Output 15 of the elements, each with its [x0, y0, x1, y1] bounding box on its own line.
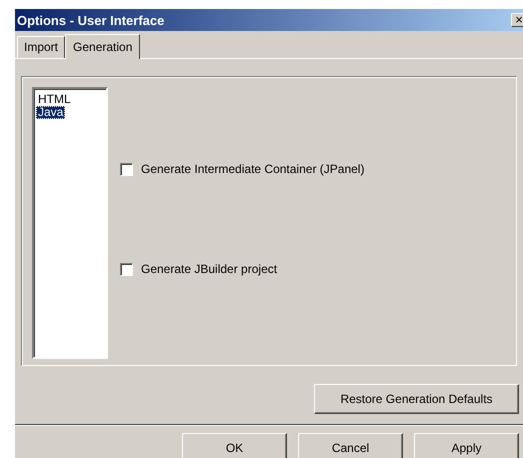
apply-button[interactable]: Apply [414, 433, 519, 458]
ok-button[interactable]: OK [182, 433, 287, 458]
restore-defaults-button[interactable]: Restore Generation Defaults [314, 384, 519, 414]
checkbox-label[interactable]: Generate JBuilder project [141, 262, 278, 276]
window-title: Options - User Interface [17, 12, 164, 28]
tab[interactable]: Import [17, 36, 66, 58]
checkbox[interactable] [120, 262, 133, 276]
close-button[interactable]: × [511, 13, 523, 27]
list-item[interactable]: HTML [36, 93, 73, 106]
language-list[interactable]: HTML Java [32, 87, 108, 359]
checkbox-label[interactable]: Generate Intermediate Container (JPanel) [141, 162, 364, 176]
cancel-button[interactable]: Cancel [298, 433, 403, 458]
tab[interactable]: Generation [65, 34, 140, 59]
list-item[interactable]: Java [36, 106, 66, 119]
checkbox[interactable] [120, 162, 133, 176]
